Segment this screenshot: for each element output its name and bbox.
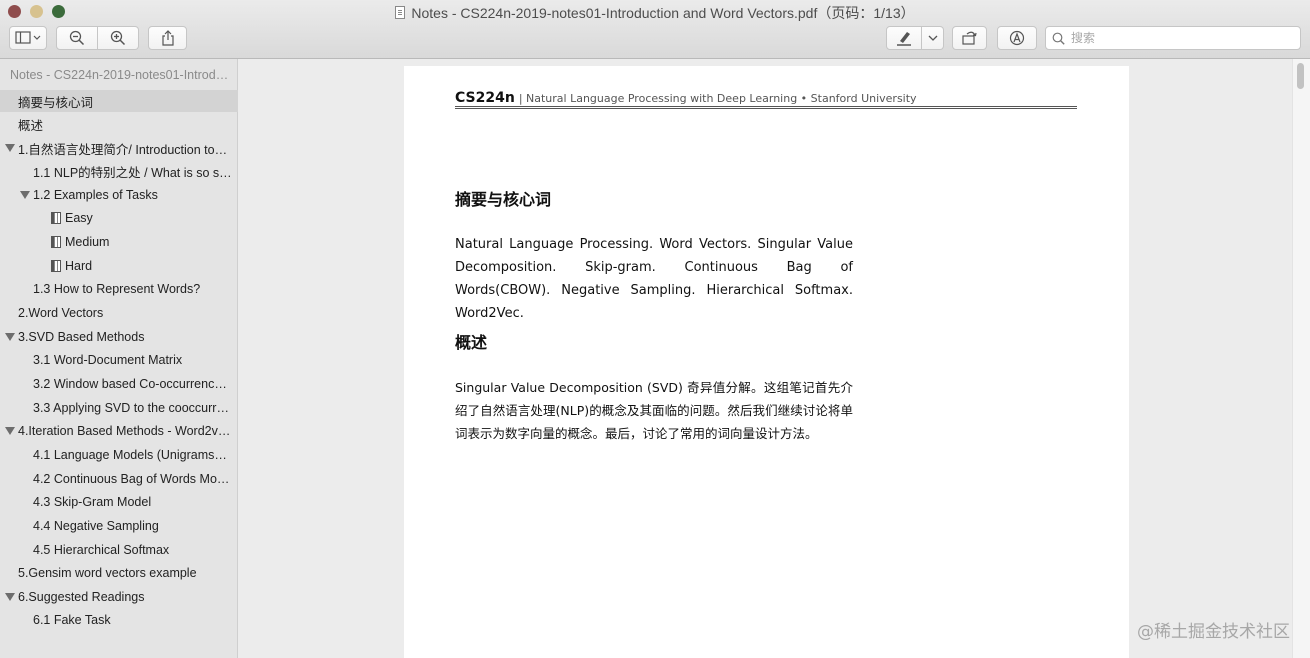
zoom-out-icon — [69, 30, 85, 46]
toc-item-section-5[interactable]: 5.Gensim word vectors example — [0, 562, 238, 584]
disclosure-triangle-icon[interactable] — [5, 333, 15, 341]
toc-item-label: 3.SVD Based Methods — [18, 330, 145, 344]
markup-pen-icon — [1009, 30, 1025, 46]
toc-item-4-4[interactable]: 4.4 Negative Sampling — [0, 515, 238, 537]
toc-item-label: 1.1 NLP的特别之处 / What is so special about … — [33, 165, 233, 180]
zoom-in-icon — [110, 30, 126, 46]
toc-item-label: 6.Suggested Readings — [18, 590, 145, 604]
toc-item-1-2[interactable]: 1.2 Examples of Tasks — [0, 184, 238, 206]
toc-sidebar: Notes - CS224n-2019-notes01-Introduction… — [0, 59, 238, 658]
zoom-out-button[interactable] — [56, 26, 98, 50]
rotate-button[interactable] — [952, 26, 987, 50]
window-title-text: Notes - CS224n-2019-notes01-Introduction… — [411, 5, 915, 21]
toc-item-summary[interactable]: 摘要与核心词 — [0, 90, 238, 112]
search-input[interactable] — [1071, 31, 1291, 45]
share-icon — [161, 30, 174, 46]
toc-item-label: Medium — [65, 235, 110, 249]
toc-item-label: 2.Word Vectors — [18, 306, 104, 320]
scrollbar-thumb[interactable] — [1297, 63, 1304, 89]
watermark: @稀土掘金技术社区 — [1137, 622, 1290, 642]
search-field[interactable] — [1045, 26, 1301, 50]
toc-item-label: 1.自然语言处理简介/ Introduction to Natural Lang… — [18, 142, 228, 157]
highlight-options-button[interactable] — [922, 26, 944, 50]
toc-item-4-1[interactable]: 4.1 Language Models (Unigrams, Bigrams, … — [0, 444, 238, 466]
section-body-overview: Singular Value Decomposition (SVD) 奇异值分解… — [455, 380, 853, 441]
page-header-subtitle: | Natural Language Processing with Deep … — [518, 92, 917, 105]
toc-item-3-2[interactable]: 3.2 Window based Co-occurrence Matrix — [0, 373, 238, 395]
toc-item-label: 4.1 Language Models (Unigrams, Bigrams, … — [33, 448, 229, 462]
toc-item-6-1[interactable]: 6.1 Fake Task — [0, 609, 238, 631]
chevron-down-icon — [928, 35, 937, 41]
toc-item-label: 3.3 Applying SVD to the cooccurrence mat… — [33, 401, 233, 415]
toc-item-section-3[interactable]: 3.SVD Based Methods — [0, 326, 238, 348]
toc-item-4-2[interactable]: 4.2 Continuous Bag of Words Model (CBOW) — [0, 468, 238, 490]
page-header: CS224n | Natural Language Processing with… — [455, 87, 1077, 109]
section-heading-overview: 概述 — [455, 333, 488, 352]
toc-item-section-2[interactable]: 2.Word Vectors — [0, 302, 238, 324]
toc-item-4-3[interactable]: 4.3 Skip-Gram Model — [0, 491, 238, 513]
disclosure-triangle-icon[interactable] — [5, 427, 15, 435]
bookmark-leaf-icon — [51, 212, 61, 224]
toc-item-label: 4.2 Continuous Bag of Words Model (CBOW) — [33, 472, 231, 486]
toc-item-1-3[interactable]: 1.3 How to Represent Words? — [0, 278, 238, 300]
rotate-icon — [961, 31, 977, 45]
toc-item-4-5[interactable]: 4.5 Hierarchical Softmax — [0, 539, 238, 561]
window-title: Notes - CS224n-2019-notes01-Introduction… — [0, 3, 1310, 23]
disclosure-triangle-icon[interactable] — [20, 191, 30, 199]
toc-item-label: 4.Iteration Based Methods - Word2vec — [18, 424, 231, 438]
vertical-scrollbar[interactable] — [1292, 59, 1310, 658]
toc-item-1-1[interactable]: 1.1 NLP的特别之处 / What is so special about … — [0, 160, 238, 182]
zoom-in-button[interactable] — [98, 26, 139, 50]
toc-item-hard[interactable]: Hard — [0, 255, 238, 277]
markup-button[interactable] — [997, 26, 1037, 50]
toc-item-label: 6.1 Fake Task — [33, 613, 111, 627]
window-toolbar: Notes - CS224n-2019-notes01-Introduction… — [0, 0, 1310, 59]
toc-item-label: 1.3 How to Represent Words? — [33, 282, 201, 296]
bookmark-leaf-icon — [51, 236, 61, 248]
toc-document-title[interactable]: Notes - CS224n-2019-notes01-Introduction… — [10, 68, 232, 82]
disclosure-triangle-icon[interactable] — [5, 593, 15, 601]
page-header-course: CS224n — [455, 90, 515, 106]
section-heading-summary: 摘要与核心词 — [455, 190, 552, 209]
bookmark-leaf-icon — [51, 260, 61, 272]
toc-item-label: 1.2 Examples of Tasks — [33, 188, 158, 202]
toc-item-section-1[interactable]: 1.自然语言处理简介/ Introduction to Natural Lang… — [0, 137, 238, 159]
pdf-document-icon — [395, 6, 406, 19]
highlighter-icon — [897, 32, 911, 46]
search-icon — [1052, 32, 1065, 45]
toc-item-medium[interactable]: Medium — [0, 231, 238, 253]
highlight-button[interactable] — [886, 26, 922, 50]
toc-item-3-1[interactable]: 3.1 Word-Document Matrix — [0, 349, 238, 371]
pdf-page: CS224n | Natural Language Processing with… — [404, 66, 1129, 658]
toc-item-label: 5.Gensim word vectors example — [18, 566, 197, 580]
toc-item-label: 4.4 Negative Sampling — [33, 519, 159, 533]
toc-item-label: Hard — [65, 259, 93, 273]
toc-item-easy[interactable]: Easy — [0, 207, 238, 229]
document-viewport[interactable]: CS224n | Natural Language Processing with… — [239, 59, 1310, 658]
toc-item-label: 3.2 Window based Co-occurrence Matrix — [33, 377, 230, 391]
toc-item-label: 4.5 Hierarchical Softmax — [33, 543, 170, 557]
toc-item-label: 概述 — [18, 118, 44, 133]
toc-item-label: Easy — [65, 211, 93, 225]
toc-item-label: 摘要与核心词 — [18, 95, 94, 110]
disclosure-triangle-icon[interactable] — [5, 144, 15, 152]
sidebar-icon — [15, 31, 41, 44]
toc-item-3-3[interactable]: 3.3 Applying SVD to the cooccurrence mat… — [0, 397, 238, 419]
section-body-summary: Natural Language Processing. Word Vector… — [455, 237, 853, 321]
toc-item-section-6[interactable]: 6.Suggested Readings — [0, 586, 238, 608]
toc-item-label: 3.1 Word-Document Matrix — [33, 353, 183, 367]
toc-item-label: 4.3 Skip-Gram Model — [33, 495, 152, 509]
toc-item-section-4[interactable]: 4.Iteration Based Methods - Word2vec — [0, 420, 238, 442]
share-button[interactable] — [148, 26, 187, 50]
toc-item-overview[interactable]: 概述 — [0, 113, 238, 135]
sidebar-toggle-button[interactable] — [9, 26, 47, 50]
